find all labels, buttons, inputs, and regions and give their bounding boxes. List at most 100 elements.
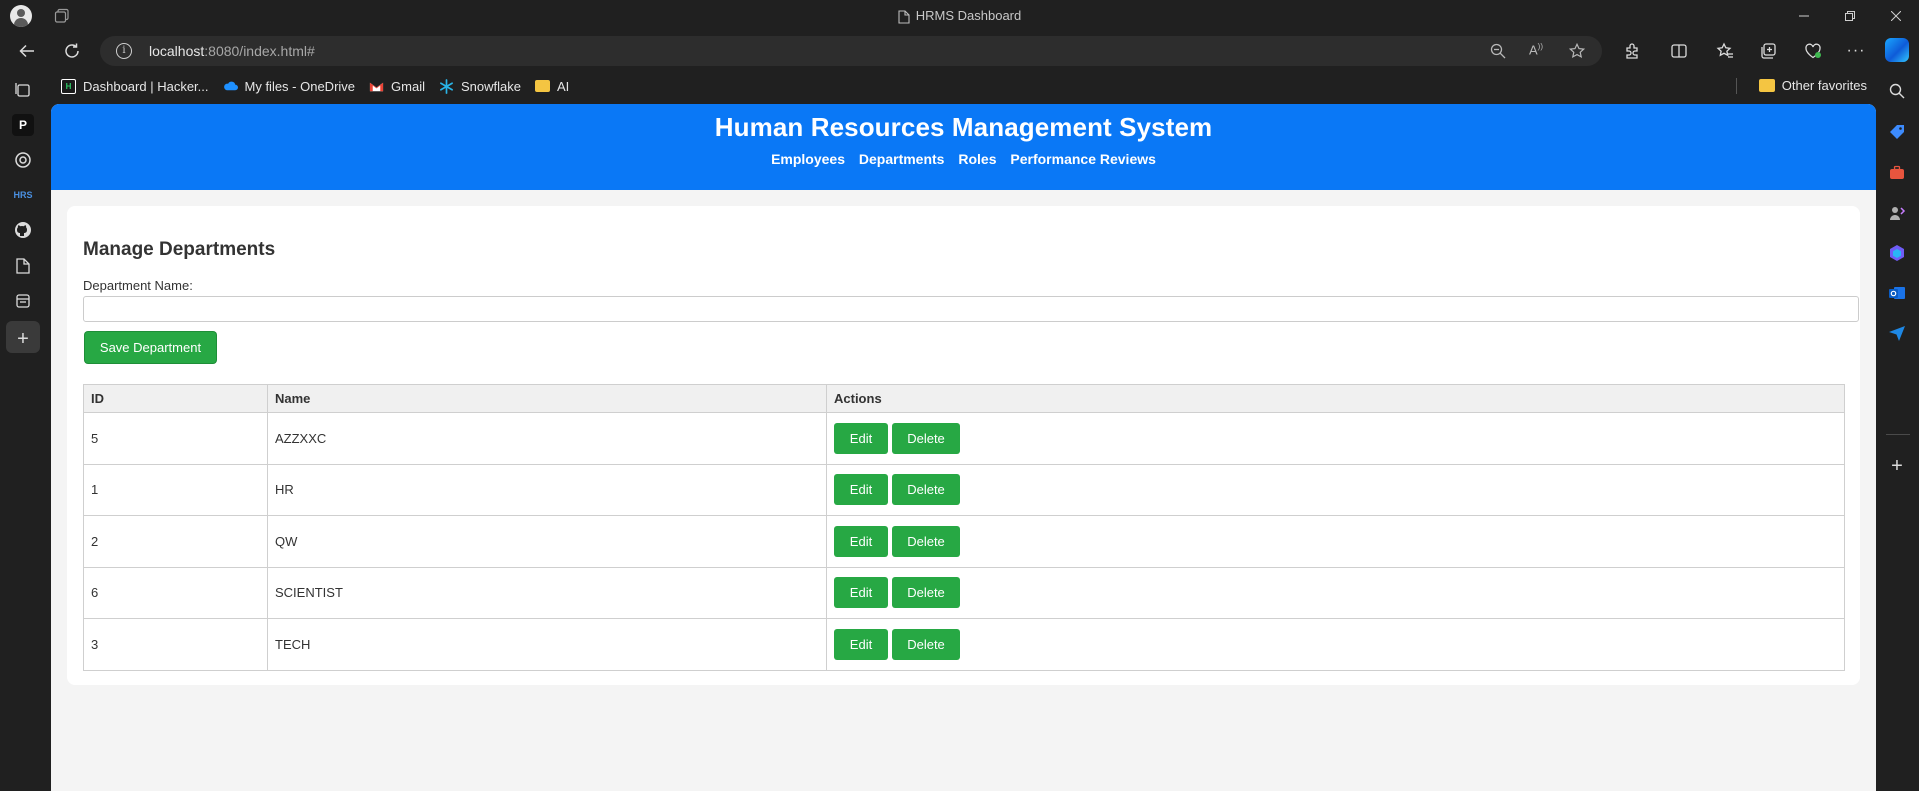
- restore-button[interactable]: [1827, 0, 1873, 32]
- bookmark-folder-ai[interactable]: AI: [534, 79, 569, 94]
- cell-id: 5: [83, 412, 268, 465]
- bookmarks-bar: H Dashboard | Hacker... My files - OneDri…: [48, 72, 1871, 100]
- hackerrank-icon: H: [61, 78, 76, 94]
- new-tab-plus-icon[interactable]: +: [12, 328, 34, 350]
- nav-performance-reviews[interactable]: Performance Reviews: [1010, 151, 1156, 167]
- split-screen-icon[interactable]: [1668, 40, 1690, 62]
- nav-roles[interactable]: Roles: [958, 151, 996, 167]
- section-heading: Manage Departments: [83, 239, 276, 260]
- browser-essentials-icon[interactable]: [1802, 40, 1824, 62]
- address-bar[interactable]: i localhost:8080/index.html# A)): [100, 36, 1602, 66]
- cell-name: QW: [267, 515, 827, 568]
- more-options-icon[interactable]: ···: [1845, 40, 1867, 62]
- web-tab-icon[interactable]: HRS: [12, 184, 34, 206]
- nav-employees[interactable]: Employees: [771, 151, 845, 167]
- cell-actions: Edit Delete: [826, 515, 1845, 568]
- cell-actions: Edit Delete: [826, 463, 1845, 516]
- cell-actions: Edit Delete: [826, 566, 1845, 619]
- zoom-out-icon[interactable]: [1490, 43, 1506, 59]
- address-url[interactable]: localhost:8080/index.html#: [149, 43, 315, 59]
- table-row: 3 TECH Edit Delete: [83, 618, 1845, 671]
- cell-id: 6: [83, 566, 268, 619]
- page-viewport: Human Resources Management System Employ…: [51, 104, 1876, 791]
- window-title: HRMS Dashboard: [0, 8, 1919, 24]
- refresh-button[interactable]: [61, 40, 83, 62]
- folder-icon: [534, 80, 550, 92]
- document-tab-icon[interactable]: [12, 255, 34, 277]
- tools-briefcase-icon[interactable]: [1887, 163, 1907, 183]
- bookmark-onedrive[interactable]: My files - OneDrive: [223, 79, 355, 94]
- copilot-icon[interactable]: [1885, 38, 1909, 62]
- extensions-icon[interactable]: [1621, 40, 1643, 62]
- favorite-star-icon[interactable]: [1569, 43, 1585, 59]
- departments-card: Manage Departments Department Name: Save…: [67, 206, 1860, 685]
- cell-actions: Edit Delete: [826, 618, 1845, 671]
- cell-name: TECH: [267, 618, 827, 671]
- column-header-name: Name: [267, 384, 827, 413]
- delete-button[interactable]: Delete: [892, 628, 960, 660]
- window-title-text: HRMS Dashboard: [915, 8, 1022, 23]
- delete-button[interactable]: Delete: [892, 577, 960, 609]
- edit-button[interactable]: Edit: [834, 422, 888, 454]
- table-header-row: ID Name Actions: [83, 384, 1845, 413]
- games-icon[interactable]: [1887, 203, 1907, 223]
- cell-name: SCIENTIST: [267, 566, 827, 619]
- table-row: 5 AZZXXC Edit Delete: [83, 412, 1845, 465]
- bookmark-snowflake[interactable]: Snowflake: [439, 79, 521, 94]
- microsoft-365-icon[interactable]: [1887, 243, 1907, 263]
- close-window-button[interactable]: [1873, 0, 1919, 32]
- back-button[interactable]: [16, 40, 38, 62]
- edit-button[interactable]: Edit: [834, 474, 888, 506]
- perplexity-tab-icon[interactable]: P: [12, 114, 34, 136]
- delete-button[interactable]: Delete: [892, 474, 960, 506]
- edit-button[interactable]: Edit: [834, 577, 888, 609]
- bookmark-gmail[interactable]: Gmail: [369, 79, 425, 94]
- cell-name: HR: [267, 463, 827, 516]
- folder-icon: [1758, 79, 1775, 92]
- outlook-icon[interactable]: [1887, 283, 1907, 303]
- search-icon[interactable]: [1887, 81, 1907, 101]
- cell-id: 3: [83, 618, 268, 671]
- github-tab-icon[interactable]: [12, 219, 34, 241]
- cell-id: 2: [83, 515, 268, 568]
- edit-button[interactable]: Edit: [834, 525, 888, 557]
- app-nav: Employees Departments Roles Performance …: [51, 151, 1876, 167]
- page-tab-icon[interactable]: [12, 290, 34, 312]
- table-row: 6 SCIENTIST Edit Delete: [83, 566, 1845, 619]
- favorites-icon[interactable]: [1714, 40, 1736, 62]
- other-favorites[interactable]: Other favorites: [1758, 78, 1867, 93]
- chatgpt-tab-icon[interactable]: [12, 149, 34, 171]
- gmail-icon: [369, 82, 384, 91]
- edit-button[interactable]: Edit: [834, 628, 888, 660]
- document-icon: [898, 10, 910, 24]
- collections-icon[interactable]: [1757, 40, 1779, 62]
- department-name-label: Department Name:: [83, 278, 193, 293]
- cell-name: AZZXXC: [267, 412, 827, 465]
- shopping-tag-icon[interactable]: [1887, 122, 1907, 142]
- delete-button[interactable]: Delete: [892, 422, 960, 454]
- app-title: Human Resources Management System: [714, 112, 1213, 142]
- table-row: 1 HR Edit Delete: [83, 463, 1845, 516]
- delete-button[interactable]: Delete: [892, 525, 960, 557]
- column-header-id: ID: [83, 384, 268, 413]
- tab-actions-icon[interactable]: [12, 79, 34, 101]
- browser-toolbar: i localhost:8080/index.html# A)) ···: [0, 32, 1919, 70]
- bookmark-hackerrank[interactable]: H Dashboard | Hacker...: [61, 78, 209, 94]
- table-row: 2 QW Edit Delete: [83, 515, 1845, 568]
- app-header: Human Resources Management System Employ…: [51, 104, 1876, 190]
- nav-departments[interactable]: Departments: [859, 151, 945, 167]
- edge-sidebar: +: [1876, 70, 1919, 791]
- save-department-button[interactable]: Save Department: [85, 332, 216, 363]
- snowflake-icon: [440, 78, 453, 94]
- add-sidebar-app-icon[interactable]: +: [1887, 455, 1907, 477]
- cell-actions: Edit Delete: [826, 412, 1845, 465]
- send-icon[interactable]: [1887, 323, 1907, 343]
- read-aloud-icon[interactable]: A)): [1529, 42, 1545, 58]
- cell-id: 1: [83, 463, 268, 516]
- vertical-tab-strip: P HRS +: [0, 70, 51, 791]
- department-name-input[interactable]: [83, 296, 1859, 322]
- site-info-icon[interactable]: i: [116, 43, 132, 59]
- minimize-button[interactable]: [1781, 0, 1827, 32]
- sidebar-divider: [1886, 434, 1910, 435]
- column-header-actions: Actions: [826, 384, 1845, 413]
